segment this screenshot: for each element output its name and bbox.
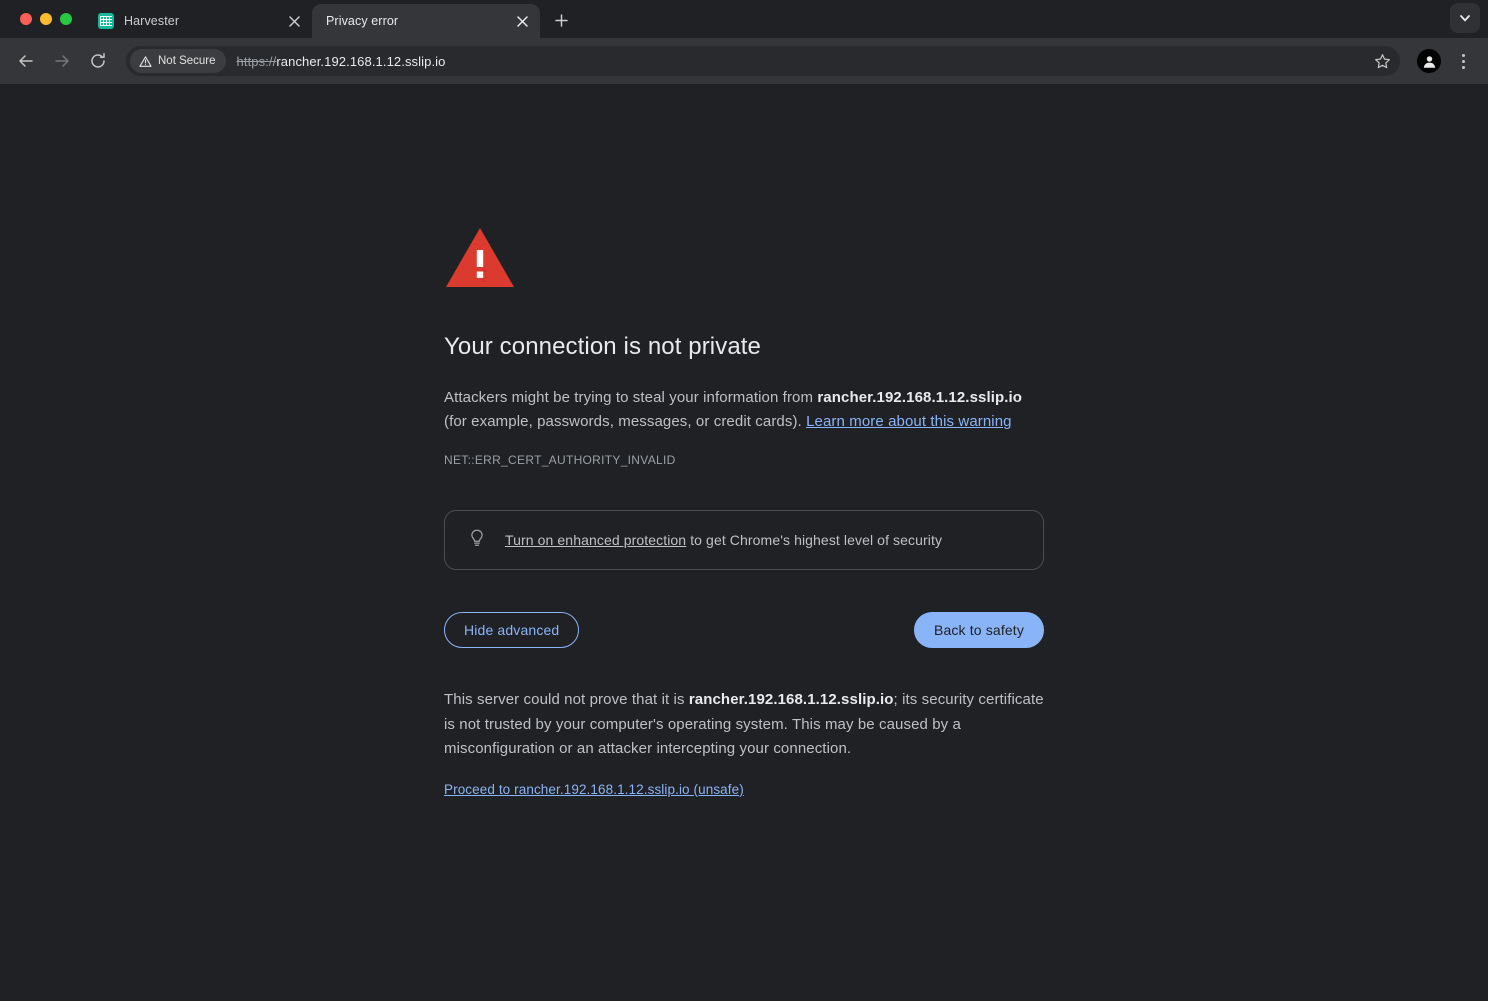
url-text[interactable]: https://rancher.192.168.1.12.sslip.io: [226, 54, 1368, 69]
tab-strip-actions: [1450, 3, 1480, 33]
tab-close-icon[interactable]: [512, 11, 532, 31]
chevron-down-icon: [1460, 15, 1470, 22]
enhanced-protection-callout: Turn on enhanced protection to get Chrom…: [444, 510, 1044, 571]
enhanced-protection-text: Turn on enhanced protection to get Chrom…: [505, 530, 942, 550]
enhanced-protection-rest: to get Chrome's highest level of securit…: [686, 532, 943, 549]
tab-title: Harvester: [124, 14, 180, 28]
warning-description-prefix: Attackers might be trying to steal your …: [444, 389, 818, 407]
proceed-unsafe-link[interactable]: Proceed to rancher.192.168.1.12.sslip.io…: [444, 782, 744, 797]
arrow-left-icon: [19, 55, 33, 67]
tab-privacy-error[interactable]: Privacy error: [312, 4, 540, 38]
advanced-details: This server could not prove that it is r…: [444, 688, 1044, 799]
tab-list: Harvester Privacy error: [84, 0, 576, 38]
turn-on-enhanced-protection-link[interactable]: Turn on enhanced protection: [505, 532, 686, 548]
tab-harvester[interactable]: Harvester: [84, 4, 312, 38]
tab-strip: Harvester Privacy error: [0, 0, 1488, 38]
warning-description-middle: (for example, passwords, messages, or cr…: [444, 413, 807, 431]
new-tab-button[interactable]: [546, 5, 576, 35]
advanced-host: rancher.192.168.1.12.sslip.io: [688, 691, 894, 709]
browser-toolbar: Not Secure https://rancher.192.168.1.12.…: [0, 38, 1488, 84]
harvester-favicon: [98, 13, 114, 29]
hide-advanced-button[interactable]: Hide advanced: [444, 612, 580, 649]
reload-icon: [91, 53, 105, 68]
browser-menu-button[interactable]: [1448, 44, 1478, 78]
reload-button[interactable]: [81, 44, 115, 78]
back-button[interactable]: [9, 44, 43, 78]
person-icon: [1423, 55, 1435, 68]
advanced-explanation: This server could not prove that it is r…: [444, 688, 1044, 762]
warning-description: Attackers might be trying to steal your …: [444, 386, 1044, 434]
url-host: rancher.192.168.1.12.sslip.io: [276, 53, 446, 69]
page-title: Your connection is not private: [444, 333, 761, 360]
learn-more-link[interactable]: Learn more about this warning: [806, 413, 1012, 430]
page-viewport: Your connection is not private Attackers…: [0, 84, 1488, 1001]
url-scheme: https://: [236, 53, 277, 69]
window-close-button[interactable]: [20, 13, 32, 25]
lightbulb-icon: [467, 528, 487, 553]
back-to-safety-button[interactable]: Back to safety: [913, 612, 1044, 649]
avatar: [1417, 49, 1441, 73]
warning-triangle-icon: [139, 55, 152, 67]
profile-avatar[interactable]: [1412, 44, 1446, 78]
interstitial-button-row: Hide advanced Back to safety: [444, 612, 1044, 649]
three-dots-icon: [1461, 53, 1465, 69]
window-maximize-button[interactable]: [60, 13, 72, 25]
error-code: NET::ERR_CERT_AUTHORITY_INVALID: [444, 453, 676, 468]
security-status-label: Not Secure: [158, 55, 216, 67]
ssl-interstitial: Your connection is not private Attackers…: [444, 84, 1044, 799]
address-bar[interactable]: Not Secure https://rancher.192.168.1.12.…: [126, 46, 1400, 76]
tab-close-icon[interactable]: [284, 11, 304, 31]
warning-triangle-icon: [446, 228, 514, 287]
tab-title: Privacy error: [326, 14, 399, 28]
security-status-chip[interactable]: Not Secure: [130, 49, 226, 73]
warning-host: rancher.192.168.1.12.sslip.io: [817, 389, 1023, 407]
advanced-prefix: This server could not prove that it is: [444, 691, 689, 709]
window-minimize-button[interactable]: [40, 13, 52, 25]
window-traffic-lights: [0, 0, 84, 38]
arrow-right-icon: [55, 55, 69, 67]
tab-search-button[interactable]: [1450, 3, 1480, 33]
forward-button[interactable]: [45, 44, 79, 78]
bookmark-star-icon[interactable]: [1368, 47, 1396, 75]
